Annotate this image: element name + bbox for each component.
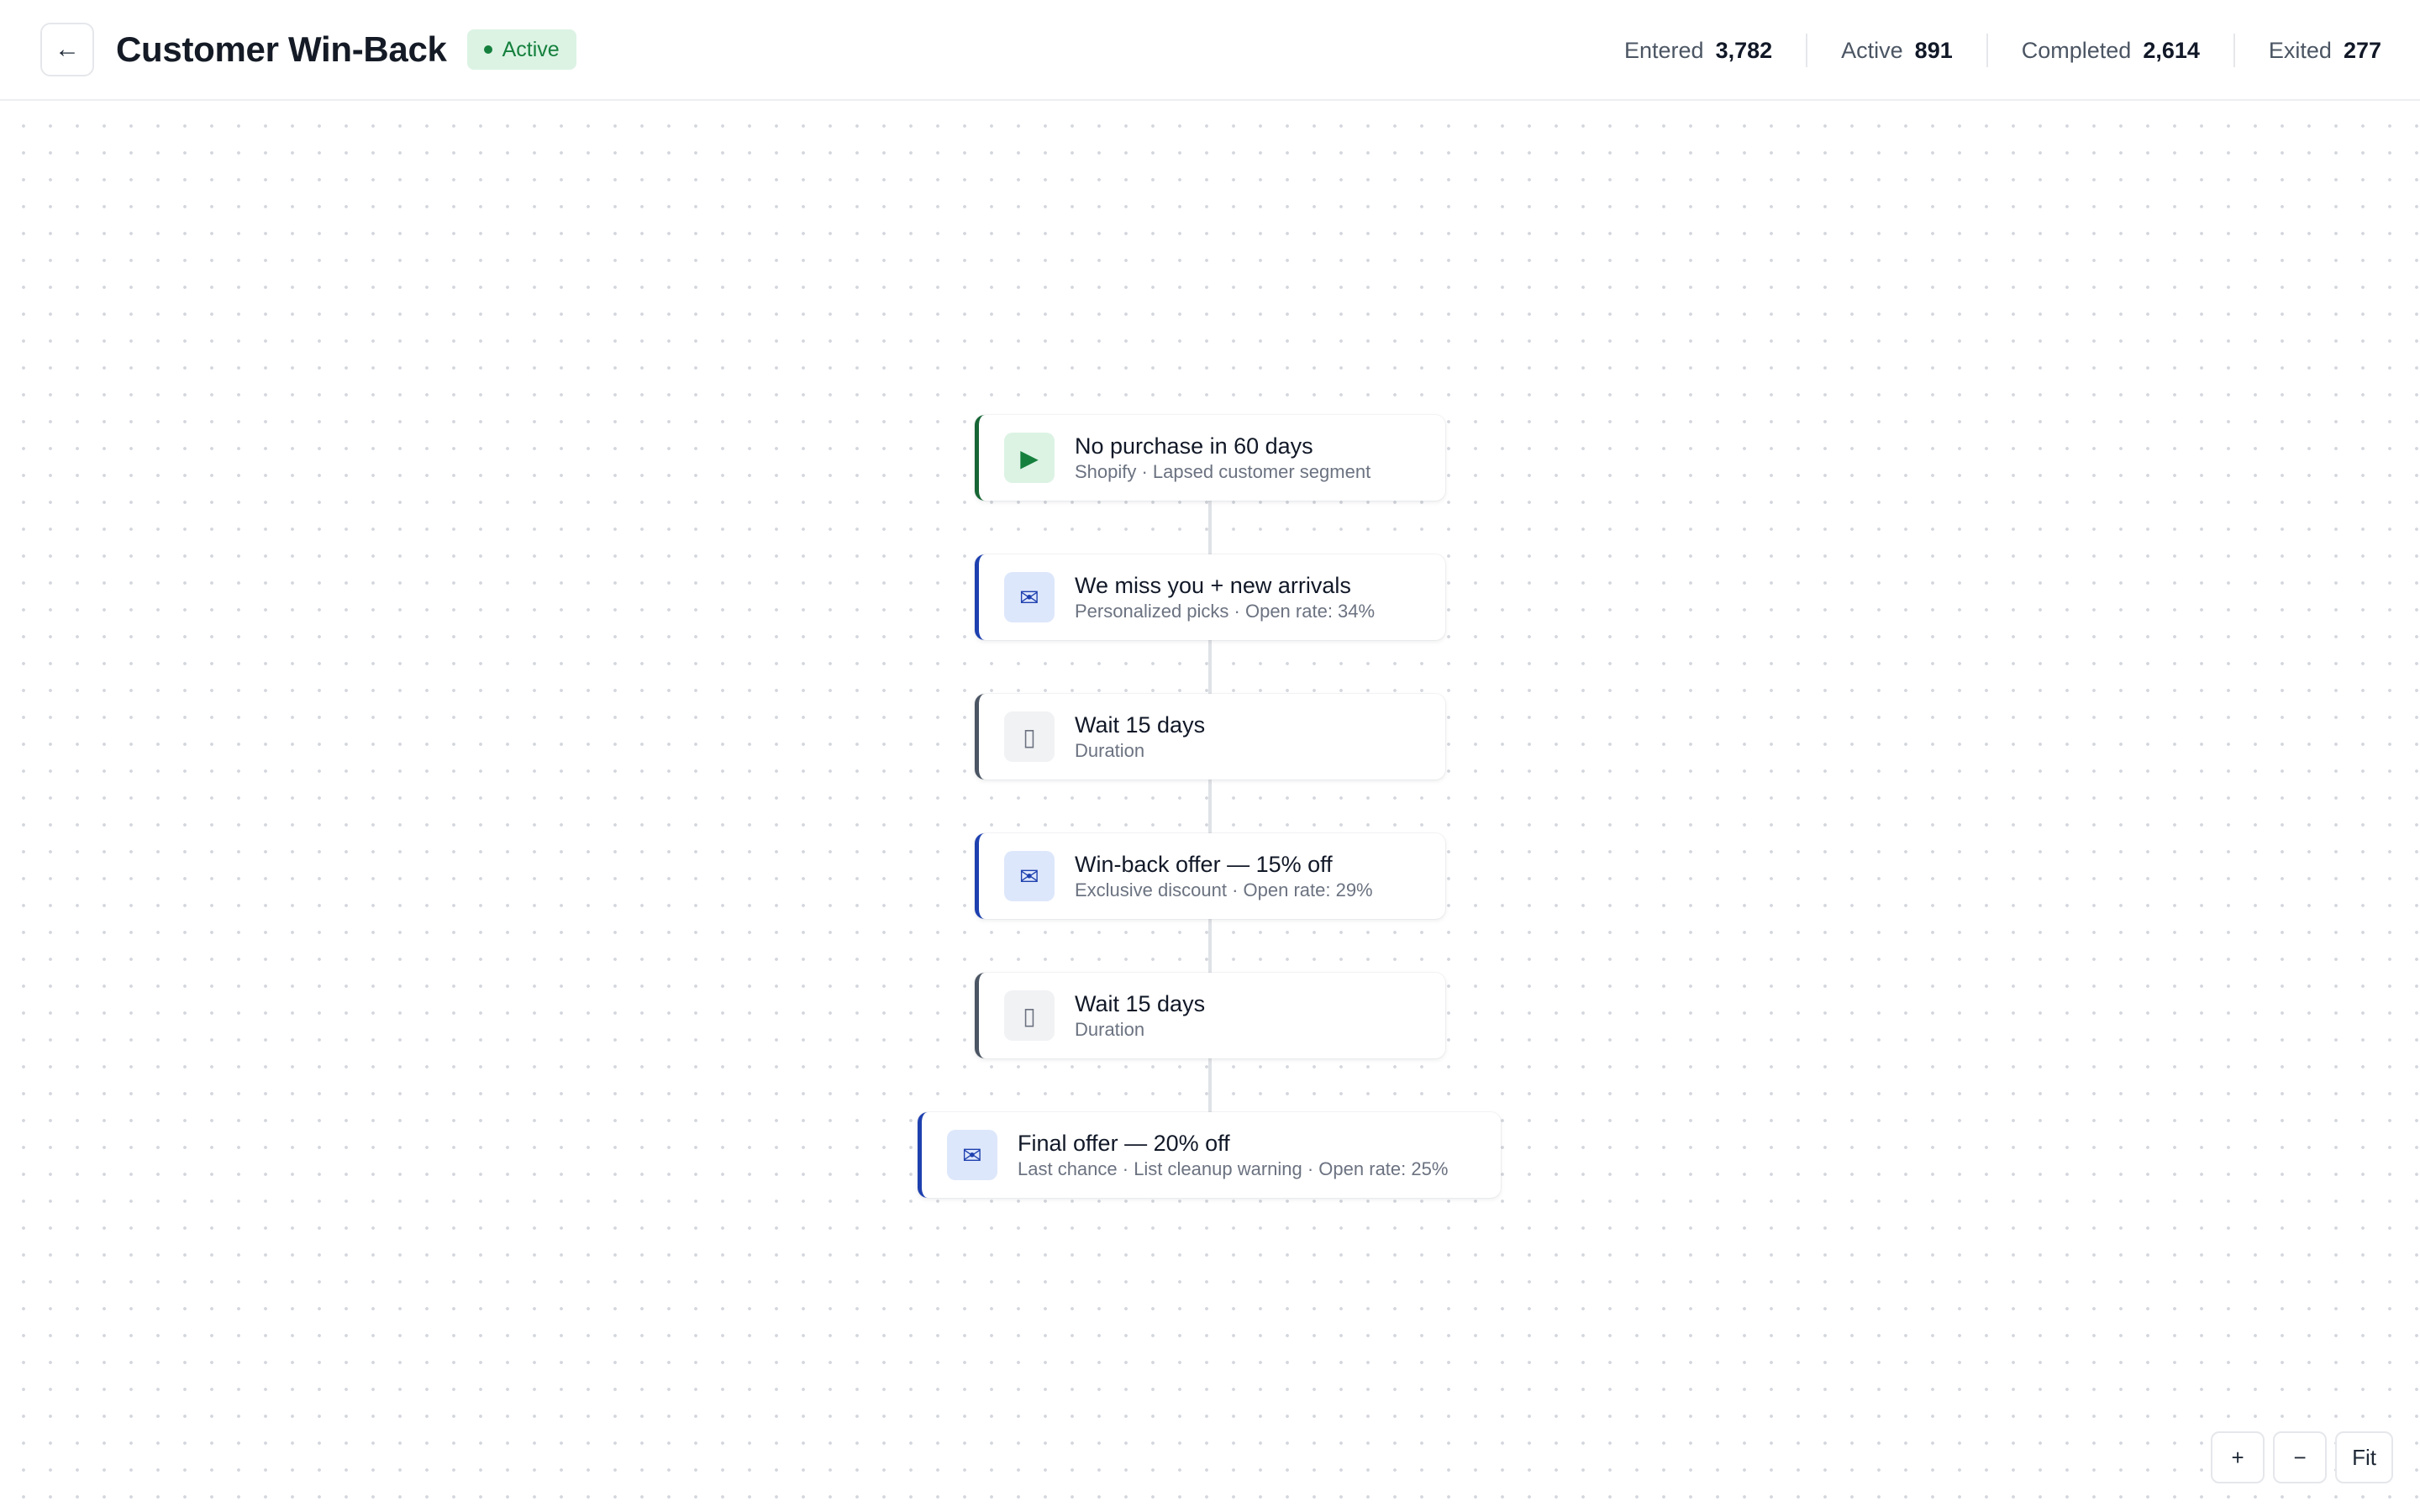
stat-label: Active: [1841, 37, 1903, 63]
node-subtitle: Duration: [1075, 740, 1145, 761]
node-title: Final offer — 20% off: [1018, 1131, 1230, 1156]
play-icon: ▶: [1004, 433, 1055, 483]
zoom-controls: + − Fit: [2211, 1431, 2393, 1483]
stat-label: Exited: [2268, 37, 2332, 63]
connector-line: [1208, 1058, 1212, 1112]
email-node[interactable]: ✉ Win-back offer — 15% off Exclusive dis…: [975, 833, 1445, 919]
node-title: No purchase in 60 days: [1075, 433, 1313, 459]
node-subtitle: Duration: [1075, 1019, 1145, 1040]
minus-icon: −: [2293, 1444, 2307, 1470]
journey-stats: Entered 3,782 Active 891 Completed 2,614…: [1591, 0, 2381, 101]
stat-value: 3,782: [1715, 37, 1773, 63]
status-badge: Active: [466, 29, 576, 70]
fit-button[interactable]: Fit: [2335, 1431, 2393, 1483]
page-title: Customer Win-Back: [116, 29, 447, 69]
plus-icon: +: [2231, 1444, 2244, 1470]
fit-label: Fit: [2352, 1444, 2376, 1470]
stat-entered: Entered 3,782: [1591, 34, 1806, 67]
node-title: Win-back offer — 15% off: [1075, 852, 1333, 877]
stat-label: Completed: [2021, 37, 2132, 63]
zoom-in-button[interactable]: +: [2211, 1431, 2265, 1483]
stat-completed: Completed 2,614: [1986, 34, 2233, 67]
node-title: Wait 15 days: [1075, 991, 1206, 1016]
connector-line: [1208, 640, 1212, 694]
email-node[interactable]: ✉ Final offer — 20% off Last chance · Li…: [918, 1112, 1501, 1198]
wait-node[interactable]: ▯ Wait 15 days Duration: [975, 973, 1445, 1058]
node-subtitle: Shopify · Lapsed customer segment: [1075, 461, 1371, 482]
mail-icon: ✉: [947, 1130, 997, 1180]
journey-header: ← Customer Win-Back Active Entered 3,782…: [0, 0, 2420, 101]
mail-icon: ✉: [1004, 851, 1055, 901]
stat-active: Active 891: [1806, 34, 1986, 67]
node-subtitle: Exclusive discount · Open rate: 29%: [1075, 879, 1373, 900]
node-title: Wait 15 days: [1075, 712, 1206, 738]
stat-label: Entered: [1623, 37, 1704, 63]
arrow-left-icon: ←: [55, 35, 80, 63]
connector-line: [1208, 919, 1212, 973]
stat-value: 277: [2343, 37, 2381, 63]
node-subtitle: Last chance · List cleanup warning · Ope…: [1018, 1158, 1449, 1179]
wait-node[interactable]: ▯ Wait 15 days Duration: [975, 694, 1445, 780]
node-title: We miss you + new arrivals: [1075, 573, 1351, 598]
stat-value: 891: [1914, 37, 1953, 63]
mail-icon: ✉: [1004, 572, 1055, 622]
flow-canvas[interactable]: ▶ No purchase in 60 days Shopify · Lapse…: [0, 102, 2420, 1512]
hourglass-icon: ▯: [1004, 990, 1055, 1041]
stat-exited: Exited 277: [2233, 34, 2381, 67]
email-node[interactable]: ✉ We miss you + new arrivals Personalize…: [975, 554, 1445, 640]
back-button[interactable]: ←: [40, 23, 94, 76]
trigger-node[interactable]: ▶ No purchase in 60 days Shopify · Lapse…: [975, 415, 1445, 501]
node-subtitle: Personalized picks · Open rate: 34%: [1075, 601, 1376, 622]
status-dot-icon: [483, 45, 492, 54]
zoom-out-button[interactable]: −: [2273, 1431, 2328, 1483]
hourglass-icon: ▯: [1004, 711, 1055, 762]
connector-line: [1208, 780, 1212, 833]
status-label: Active: [502, 37, 560, 61]
stat-value: 2,614: [2143, 37, 2200, 63]
connector-line: [1208, 501, 1212, 554]
